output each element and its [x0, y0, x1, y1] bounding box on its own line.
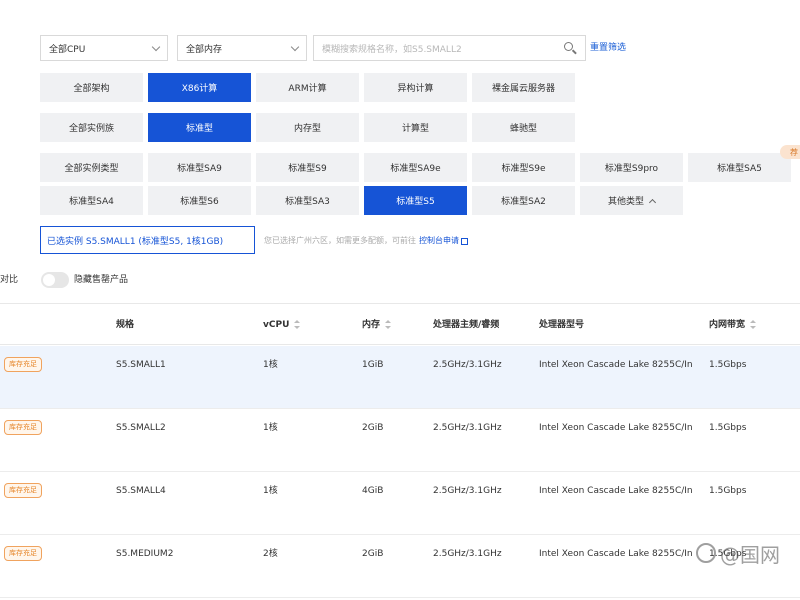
type-sa2[interactable]: 标准型SA2: [472, 186, 575, 215]
family-standard[interactable]: 标准型: [148, 113, 251, 142]
family-fengchi[interactable]: 蜂驰型: [472, 113, 575, 142]
cell-bandwidth: 1.5Gbps: [709, 360, 747, 370]
type-s6[interactable]: 标准型S6: [148, 186, 251, 215]
type-s9e[interactable]: 标准型S9e: [472, 153, 575, 182]
cell-memory: 1GiB: [362, 360, 384, 370]
table-row[interactable]: 库存充足 S5.SMALL4 1核 4GiB 2.5GHz/3.1GHz Int…: [0, 472, 800, 535]
type-all[interactable]: 全部实例类型: [40, 153, 143, 182]
hide-soldout-label: 隐藏售罄产品: [74, 275, 129, 285]
selected-instance: 已选实例 S5.SMALL1 (标准型S5, 1核1GB): [40, 226, 255, 254]
family-memory[interactable]: 内存型: [256, 113, 359, 142]
quota-tip-text: 您已选择广州六区，如需更多配额，可前往: [264, 235, 416, 245]
table-row[interactable]: 库存充足 S5.MEDIUM2 2核 2GiB 2.5GHz/3.1GHz In…: [0, 535, 800, 598]
arch-bare-metal[interactable]: 裸金属云服务器: [472, 73, 575, 102]
type-s9pro[interactable]: 标准型S9pro: [580, 153, 683, 182]
cell-spec: S5.SMALL4: [116, 486, 166, 496]
cell-spec: S5.MEDIUM2: [116, 549, 174, 559]
page: { "filters": { "cpu_select": "全部CPU", "m…: [0, 0, 800, 600]
cell-vcpu: 1核: [263, 486, 278, 496]
sort-icon[interactable]: [294, 319, 301, 330]
cell-bandwidth: 1.5Gbps: [709, 486, 747, 496]
hide-soldout-toggle[interactable]: [41, 272, 69, 288]
search-input[interactable]: 模糊搜索规格名称，如S5.SMALL2: [313, 35, 586, 61]
cell-memory: 2GiB: [362, 423, 384, 433]
cell-cpu-model: Intel Xeon Cascade Lake 8255C/In: [539, 486, 693, 496]
col-spec: 规格: [116, 320, 135, 330]
type-s9[interactable]: 标准型S9: [256, 153, 359, 182]
type-sa5[interactable]: 标准型SA5: [688, 153, 791, 182]
cell-frequency: 2.5GHz/3.1GHz: [433, 423, 502, 433]
sort-icon[interactable]: [385, 319, 392, 330]
cpu-select-value: 全部CPU: [49, 44, 86, 55]
col-bandwidth[interactable]: 内网带宽: [709, 304, 757, 346]
cell-frequency: 2.5GHz/3.1GHz: [433, 549, 502, 559]
col-memory[interactable]: 内存: [362, 304, 392, 346]
quota-tip: 您已选择广州六区，如需更多配额，可前往 控制台申请: [264, 226, 468, 254]
type-sa4[interactable]: 标准型SA4: [40, 186, 143, 215]
table-header: 规格 vCPU 内存 处理器主频/睿频 处理器型号 内网带宽: [0, 303, 800, 345]
type-s5[interactable]: 标准型S5: [364, 186, 467, 215]
arch-arm[interactable]: ARM计算: [256, 73, 359, 102]
watermark: @国网: [696, 538, 780, 568]
compare-label[interactable]: 对比: [0, 272, 18, 288]
search-icon[interactable]: [563, 41, 577, 55]
type-sa9e[interactable]: 标准型SA9e: [364, 153, 467, 182]
external-link-icon: [461, 237, 468, 245]
table-row[interactable]: 库存充足 S5.SMALL1 1核 1GiB 2.5GHz/3.1GHz Int…: [0, 346, 800, 409]
arch-heterogeneous[interactable]: 异构计算: [364, 73, 467, 102]
family-compute[interactable]: 计算型: [364, 113, 467, 142]
cell-vcpu: 1核: [263, 360, 278, 370]
stock-badge: 库存充足: [4, 357, 42, 372]
cell-spec: S5.SMALL1: [116, 360, 166, 370]
chevron-down-icon: [151, 42, 161, 51]
memory-select-value: 全部内存: [186, 44, 223, 55]
cell-vcpu: 1核: [263, 423, 278, 433]
console-apply-link[interactable]: 控制台申请: [419, 235, 459, 246]
cell-frequency: 2.5GHz/3.1GHz: [433, 360, 502, 370]
col-cpu-model: 处理器型号: [539, 320, 585, 330]
type-sa3[interactable]: 标准型SA3: [256, 186, 359, 215]
cell-cpu-model: Intel Xeon Cascade Lake 8255C/In: [539, 549, 693, 559]
watermark-text: @国网: [720, 542, 780, 567]
stock-badge: 库存充足: [4, 420, 42, 435]
watermark-logo-icon: [696, 543, 716, 563]
arch-x86[interactable]: X86计算: [148, 73, 251, 102]
stock-badge: 库存充足: [4, 483, 42, 498]
col-frequency: 处理器主频/睿频: [433, 320, 500, 330]
type-sa9[interactable]: 标准型SA9: [148, 153, 251, 182]
cell-memory: 2GiB: [362, 549, 384, 559]
chevron-down-icon: [290, 42, 300, 51]
sort-icon[interactable]: [750, 319, 757, 330]
cell-frequency: 2.5GHz/3.1GHz: [433, 486, 502, 496]
reset-filter-link[interactable]: 重置筛选: [590, 35, 626, 61]
col-vcpu[interactable]: vCPU: [263, 304, 301, 346]
cell-spec: S5.SMALL2: [116, 423, 166, 433]
cell-bandwidth: 1.5Gbps: [709, 423, 747, 433]
memory-select[interactable]: 全部内存: [177, 35, 307, 61]
search-placeholder: 模糊搜索规格名称，如S5.SMALL2: [322, 44, 462, 55]
cell-vcpu: 2核: [263, 549, 278, 559]
type-other-label: 其他类型: [607, 197, 644, 207]
cell-memory: 4GiB: [362, 486, 384, 496]
family-all[interactable]: 全部实例族: [40, 113, 143, 142]
recommend-badge: 荐: [780, 145, 800, 159]
cell-cpu-model: Intel Xeon Cascade Lake 8255C/In: [539, 360, 693, 370]
cell-cpu-model: Intel Xeon Cascade Lake 8255C/In: [539, 423, 693, 433]
type-other[interactable]: 其他类型: [580, 186, 683, 215]
arch-all[interactable]: 全部架构: [40, 73, 143, 102]
stock-badge: 库存充足: [4, 546, 42, 561]
table-row[interactable]: 库存充足 S5.SMALL2 1核 2GiB 2.5GHz/3.1GHz Int…: [0, 409, 800, 472]
chevron-up-icon: [648, 198, 657, 206]
cpu-select[interactable]: 全部CPU: [40, 35, 168, 61]
